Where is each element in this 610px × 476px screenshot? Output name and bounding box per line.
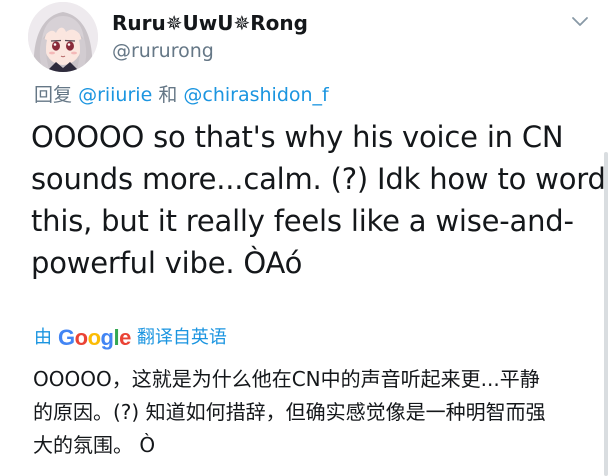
tweet-text-line: sounds more...calm. (?) Idk how to word bbox=[31, 162, 606, 196]
display-name[interactable]: Ruru✵UwU✵Rong bbox=[112, 10, 532, 36]
user-handle[interactable]: @rururong bbox=[112, 38, 532, 64]
chevron-down-icon[interactable] bbox=[570, 14, 590, 30]
translated-from-label: 翻译自英语 bbox=[136, 327, 227, 348]
translation-text: OOOOO，这就是为什么他在CN中的声音听起来更...平静 的原因。(?) 知道… bbox=[33, 363, 593, 462]
google-logo: Google bbox=[58, 323, 131, 353]
translation-line: 的原因。(?) 知道如何措辞，但确实感觉像是一种明智而强 bbox=[33, 400, 546, 424]
tweet-screenshot: Ruru✵UwU✵Rong @rururong 回复 @riiurie 和 @c… bbox=[0, 0, 610, 476]
translation-line: 大的氛围。 Ò bbox=[33, 433, 156, 457]
reply-and: 和 bbox=[158, 84, 178, 106]
tweet-text-line: powerful vibe. ÒAó bbox=[31, 246, 303, 280]
scrollbar[interactable] bbox=[604, 152, 608, 476]
user-block: Ruru✵UwU✵Rong @rururong bbox=[112, 10, 532, 64]
tweet-text-line: OOOOO so that's why his voice in CN bbox=[31, 120, 564, 154]
replying-to: 回复 @riiurie 和 @chirashidon_f bbox=[34, 82, 329, 108]
mention-link[interactable]: @chirashidon_f bbox=[183, 84, 328, 106]
google-logo-letter: G bbox=[58, 325, 75, 350]
translation-line: OOOOO，这就是为什么他在CN中的声音听起来更...平静 bbox=[33, 367, 540, 391]
google-logo-letter: e bbox=[119, 325, 131, 350]
tweet-header: Ruru✵UwU✵Rong @rururong bbox=[28, 2, 598, 72]
avatar[interactable] bbox=[28, 2, 98, 72]
mention-link[interactable]: @riiurie bbox=[78, 84, 152, 106]
tweet-text: OOOOO so that's why his voice in CN soun… bbox=[31, 116, 606, 284]
anime-girl-avatar-icon bbox=[28, 2, 98, 72]
tweet-text-line: this, but it really feels like a wise-an… bbox=[31, 204, 574, 238]
google-logo-letter: o bbox=[87, 325, 101, 350]
google-logo-letter: g bbox=[100, 325, 114, 350]
translated-by-label: 由 bbox=[34, 327, 52, 348]
reply-prefix: 回复 bbox=[34, 84, 73, 106]
translated-by-google[interactable]: 由 Google 翻译自英语 bbox=[34, 323, 227, 353]
google-logo-letter: o bbox=[74, 325, 88, 350]
